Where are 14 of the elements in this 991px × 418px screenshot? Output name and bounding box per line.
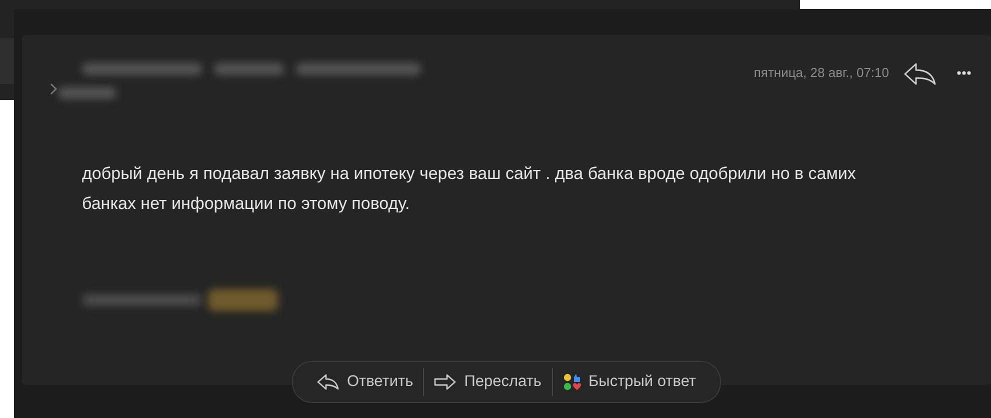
quick-button[interactable]: Быстрый ответ	[552, 367, 706, 397]
reply-button[interactable]: Ответить	[306, 367, 424, 397]
emoji-reactions-icon	[562, 373, 580, 391]
chevron-right-icon[interactable]	[50, 83, 58, 95]
message-date: пятница, 28 авг., 07:10	[754, 64, 889, 80]
reply-arrow-icon	[316, 374, 339, 390]
forward-button[interactable]: Переслать	[424, 367, 552, 397]
reply-arrow-icon[interactable]	[903, 63, 937, 85]
forward-arrow-icon	[434, 374, 456, 390]
redacted-blur	[214, 63, 284, 75]
redacted-blur	[58, 87, 116, 99]
message-body: добрый день я подавал заявку на ипотеку через ваш сайт . два банка вроде одобрили но в самих банках нет информации по этому поводу.	[82, 163, 857, 215]
more-icon[interactable]	[957, 71, 971, 75]
redacted-blur	[208, 289, 278, 311]
